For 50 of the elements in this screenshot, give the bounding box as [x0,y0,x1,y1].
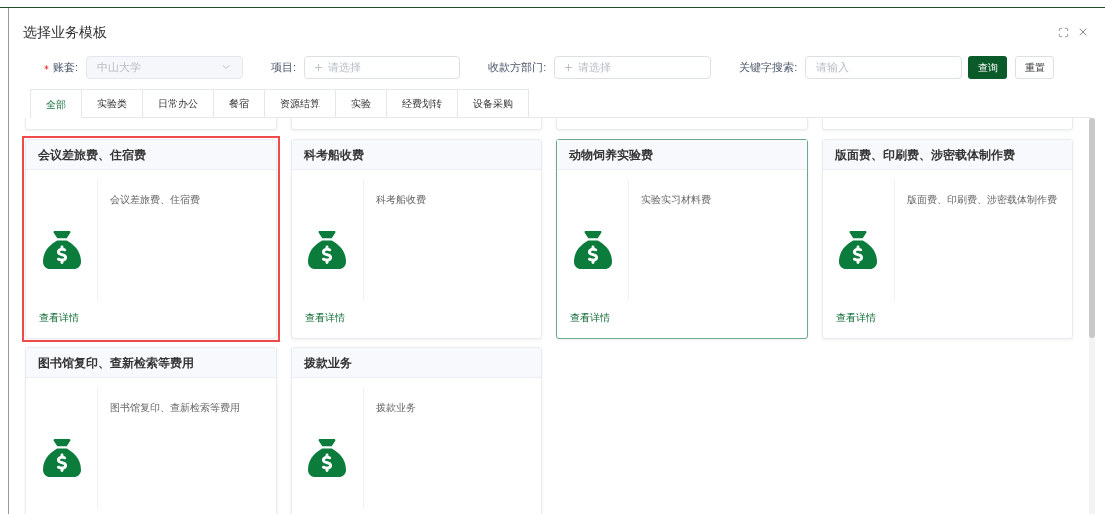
template-card[interactable]: 科考船收费 科考船收费 查看详情 [290,139,542,339]
category-tab[interactable]: 全部 [30,89,82,118]
template-card[interactable]: 动物饲养实验费 实验实习材料费 查看详情 [556,139,808,339]
card-description: 实验实习材料费 [641,194,711,205]
card-header: 拨款业务 [291,348,541,378]
card-header: 版面费、印刷费、涉密载体制作费 [822,140,1072,170]
category-tab[interactable]: 实验 [336,89,387,117]
card-header: 动物饲养实验费 [557,140,807,170]
card-description: 版面费、印刷费、涉密载体制作费 [906,194,1057,205]
field-label: 关键字搜索: [739,59,798,75]
card-header: 会议差旅费、住宿费 [26,140,276,170]
card-description: 图书馆复印、查新检索等费用 [110,402,240,413]
card-description: 拨款业务 [375,402,416,413]
category-tab[interactable]: 日常办公 [143,89,214,117]
money-bag-icon [308,231,346,269]
money-bag-icon [42,439,81,477]
card-description: 会议差旅费、住宿费 [110,194,200,205]
category-tab[interactable]: 餐宿 [214,89,265,117]
plus-icon [313,61,325,73]
money-bag-icon [573,231,612,269]
template-card[interactable]: 版面费、印刷费、涉密载体制作费 版面费、印刷费、涉密载体制作费 查看详情 [821,139,1073,339]
details-link[interactable]: 查看详情 [304,310,345,325]
template-card[interactable]: 图书馆复印、查新检索等费用 图书馆复印、查新检索等费用 [25,347,277,514]
dialog-title: 选择业务模板 [23,22,107,42]
details-link[interactable]: 查看详情 [570,310,610,325]
required-icon [43,63,50,71]
maximize-icon[interactable] [1058,26,1069,38]
money-bag-icon [308,439,346,477]
reset-button[interactable]: 重置 [1015,55,1055,79]
query-button[interactable]: 查询 [968,55,1008,79]
money-bag-icon [839,231,877,269]
scrollbar-thumb[interactable] [1089,118,1095,338]
template-card[interactable]: 会议差旅费、住宿费 会议差旅费、住宿费 查看详情 [25,139,277,339]
category-tab[interactable]: 设备采购 [458,89,529,117]
close-icon[interactable] [1077,26,1089,38]
category-tab[interactable]: 实验类 [82,89,143,117]
template-card[interactable]: 拨款业务 拨款业务 [290,347,542,514]
card-description: 科考船收费 [375,194,426,205]
details-link[interactable]: 查看详情 [835,310,876,325]
plus-icon [563,61,575,73]
field-label: 收款方部门: [488,59,547,75]
category-tab[interactable]: 资源结算 [265,89,336,117]
category-tab[interactable]: 经费划转 [387,89,458,117]
money-bag-icon [42,231,81,269]
field-label: 账套: [53,59,79,75]
search-field[interactable]: 请输入 [805,55,963,79]
card-header: 科考船收费 [291,140,541,170]
details-link[interactable]: 查看详情 [39,310,79,325]
field-label: 项目: [271,59,297,75]
card-header: 图书馆复印、查新检索等费用 [26,348,276,378]
